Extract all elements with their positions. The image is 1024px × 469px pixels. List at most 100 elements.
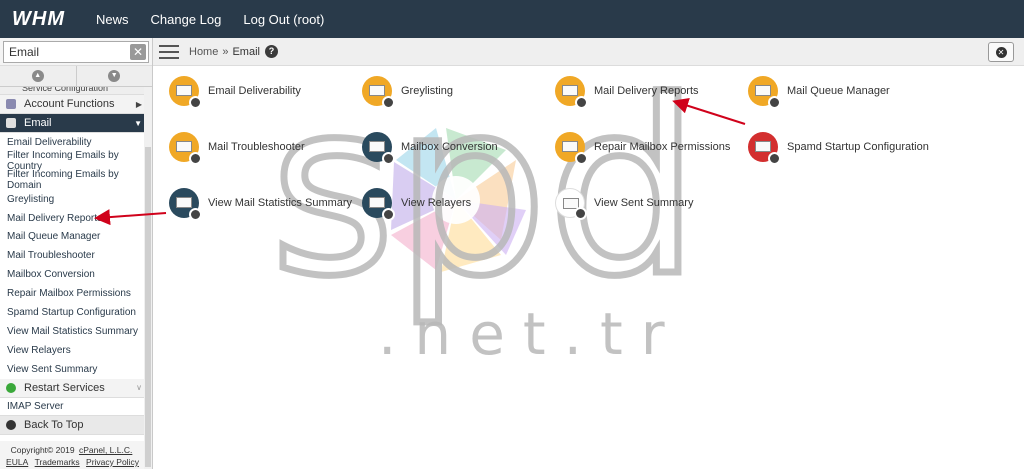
tile-label: View Mail Statistics Summary [208, 197, 353, 209]
sidebar-item-mailbox-conversion[interactable]: Mailbox Conversion [0, 265, 152, 284]
badge-icon [189, 152, 202, 165]
tile-view-relayers[interactable]: View Relayers [362, 188, 472, 221]
copyright-text: Copyright© 2019 [10, 445, 75, 455]
tile-mail-queue-manager[interactable]: Mail Queue Manager [748, 76, 890, 109]
badge-icon [189, 208, 202, 221]
email-tiles-area: Email Deliverability Greylisting Mail Deli… [153, 66, 1024, 469]
badge-icon [768, 96, 781, 109]
badge-icon [575, 152, 588, 165]
tile-label: View Relayers [401, 197, 472, 209]
sidebar-item-spamd-startup-configuration[interactable]: Spamd Startup Configuration [0, 303, 152, 322]
breadcrumb: Home » Email ? [189, 45, 278, 58]
news-link[interactable]: News [96, 12, 129, 27]
tile-icon [169, 188, 202, 221]
sidebar-item-greylisting[interactable]: Greylisting [0, 190, 152, 209]
tile-mail-troubleshooter[interactable]: Mail Troubleshooter [169, 132, 305, 165]
caret-right-icon: ▶ [135, 99, 142, 109]
tile-icon [555, 132, 588, 165]
change-log-link[interactable]: Change Log [151, 12, 222, 27]
back-to-top-button[interactable]: Back To Top [0, 416, 152, 436]
sidebar-item-email-deliverability[interactable]: Email Deliverability [0, 133, 152, 152]
sidebar-scrollbar[interactable] [144, 87, 152, 469]
chevron-down-icon: ▼ [108, 70, 121, 82]
help-icon[interactable]: ? [264, 45, 278, 58]
back-to-top-label: Back To Top [24, 419, 84, 432]
whm-logo[interactable]: WHM [0, 0, 74, 38]
tile-label: Repair Mailbox Permissions [594, 141, 731, 153]
sidebar-item-service-configuration[interactable]: Service Configuration [0, 87, 152, 95]
restart-icon [6, 382, 16, 393]
envelope-icon [755, 85, 771, 96]
close-icon: ✕ [995, 46, 1007, 58]
tile-icon [555, 76, 588, 109]
clear-search-icon[interactable]: ✕ [130, 43, 146, 60]
breadcrumb-separator: » [222, 45, 229, 58]
sidebar-item-mail-delivery-reports[interactable]: Mail Delivery Reports [0, 209, 152, 228]
sidebar-item-mail-queue-manager[interactable]: Mail Queue Manager [0, 227, 152, 246]
tile-view-sent-summary[interactable]: View Sent Summary [555, 188, 694, 220]
collapse-all-button[interactable]: ▲ [0, 66, 77, 86]
sidebar-item-mail-troubleshooter[interactable]: Mail Troubleshooter [0, 246, 152, 265]
category-label: Account Functions [24, 98, 115, 110]
badge-icon [189, 96, 202, 109]
expand-all-button[interactable]: ▼ [77, 66, 153, 86]
collapse-controls: ▲ ▼ [0, 66, 152, 87]
tile-label: View Sent Summary [594, 197, 694, 209]
scrollbar-thumb[interactable] [145, 147, 151, 467]
eula-link[interactable]: EULA [6, 457, 28, 467]
logout-link[interactable]: Log Out (root) [243, 12, 324, 27]
tile-repair-mailbox-permissions[interactable]: Repair Mailbox Permissions [555, 132, 731, 165]
tile-label: Greylisting [401, 85, 453, 97]
envelope-icon [176, 197, 192, 208]
caret-down-icon: ∨ [136, 383, 142, 393]
sidebar-category-email[interactable]: Email ▼ [0, 114, 152, 133]
tile-icon [362, 76, 395, 109]
tile-label: Mail Delivery Reports [594, 85, 699, 97]
badge-icon [768, 152, 781, 165]
sidebar-item-view-mail-statistics-summary[interactable]: View Mail Statistics Summary [0, 322, 152, 341]
envelope-icon [369, 141, 385, 152]
user-icon [6, 99, 16, 109]
tile-label: Mail Queue Manager [787, 85, 890, 97]
sidebar-category-restart-services[interactable]: Restart Services ∨ [0, 378, 152, 398]
envelope-icon [176, 85, 192, 96]
top-nav: News Change Log Log Out (root) [96, 12, 346, 27]
chevron-up-icon: ▲ [31, 70, 44, 82]
close-button[interactable]: ✕ [988, 42, 1014, 62]
envelope-icon [176, 141, 192, 152]
menu-toggle-icon[interactable] [159, 44, 179, 59]
badge-icon [575, 96, 588, 109]
breadcrumb-bar: Home » Email ? ✕ [153, 38, 1024, 66]
badge-icon [382, 96, 395, 109]
sidebar-item-repair-mailbox-permissions[interactable]: Repair Mailbox Permissions [0, 284, 152, 303]
tile-icon [748, 132, 781, 165]
tile-icon [169, 76, 202, 109]
breadcrumb-home[interactable]: Home [189, 46, 218, 58]
sidebar-category-account-functions[interactable]: Account Functions ▶ [0, 95, 152, 114]
search-input[interactable]: Email ✕ [3, 40, 149, 63]
badge-icon [574, 207, 587, 220]
envelope-icon [369, 197, 385, 208]
tile-spamd-startup-configuration[interactable]: Spamd Startup Configuration [748, 132, 929, 165]
copyright-line: Copyright© 2019 cPanel, L.L.C. [0, 444, 145, 456]
envelope-icon [6, 118, 16, 128]
tile-view-mail-statistics-summary[interactable]: View Mail Statistics Summary [169, 188, 353, 221]
tile-label: Spamd Startup Configuration [787, 141, 929, 153]
trademarks-link[interactable]: Trademarks [35, 457, 80, 467]
privacy-policy-link[interactable]: Privacy Policy [86, 457, 139, 467]
tile-mailbox-conversion[interactable]: Mailbox Conversion [362, 132, 498, 165]
sidebar-item-filter-incoming-emails-by-domain[interactable]: Filter Incoming Emails by Domain [0, 169, 152, 191]
tile-mail-delivery-reports[interactable]: Mail Delivery Reports [555, 76, 699, 109]
tile-email-deliverability[interactable]: Email Deliverability [169, 76, 301, 109]
sidebar-item-view-relayers[interactable]: View Relayers [0, 341, 152, 360]
company-link[interactable]: cPanel, L.L.C. [79, 445, 132, 455]
sidebar-search-row: Email ✕ [0, 38, 152, 66]
sidebar-item-view-sent-summary[interactable]: View Sent Summary [0, 360, 152, 379]
sidebar-item-filter-incoming-emails-by-country[interactable]: Filter Incoming Emails by Country [0, 150, 152, 172]
tile-greylisting[interactable]: Greylisting [362, 76, 453, 109]
tile-icon [555, 188, 587, 220]
sidebar-item-imap-server[interactable]: IMAP Server [0, 398, 152, 417]
badge-icon [382, 208, 395, 221]
envelope-icon [562, 141, 578, 152]
search-input-value: Email [9, 44, 40, 59]
